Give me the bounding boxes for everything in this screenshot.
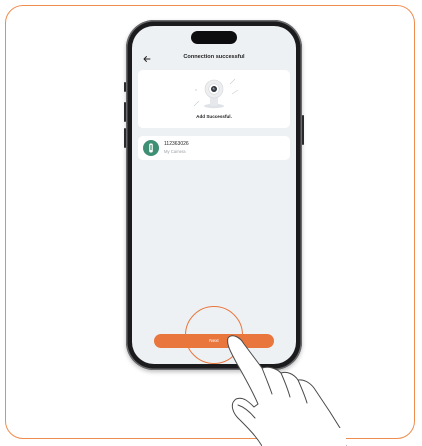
- pointing-hand-icon: [227, 335, 347, 446]
